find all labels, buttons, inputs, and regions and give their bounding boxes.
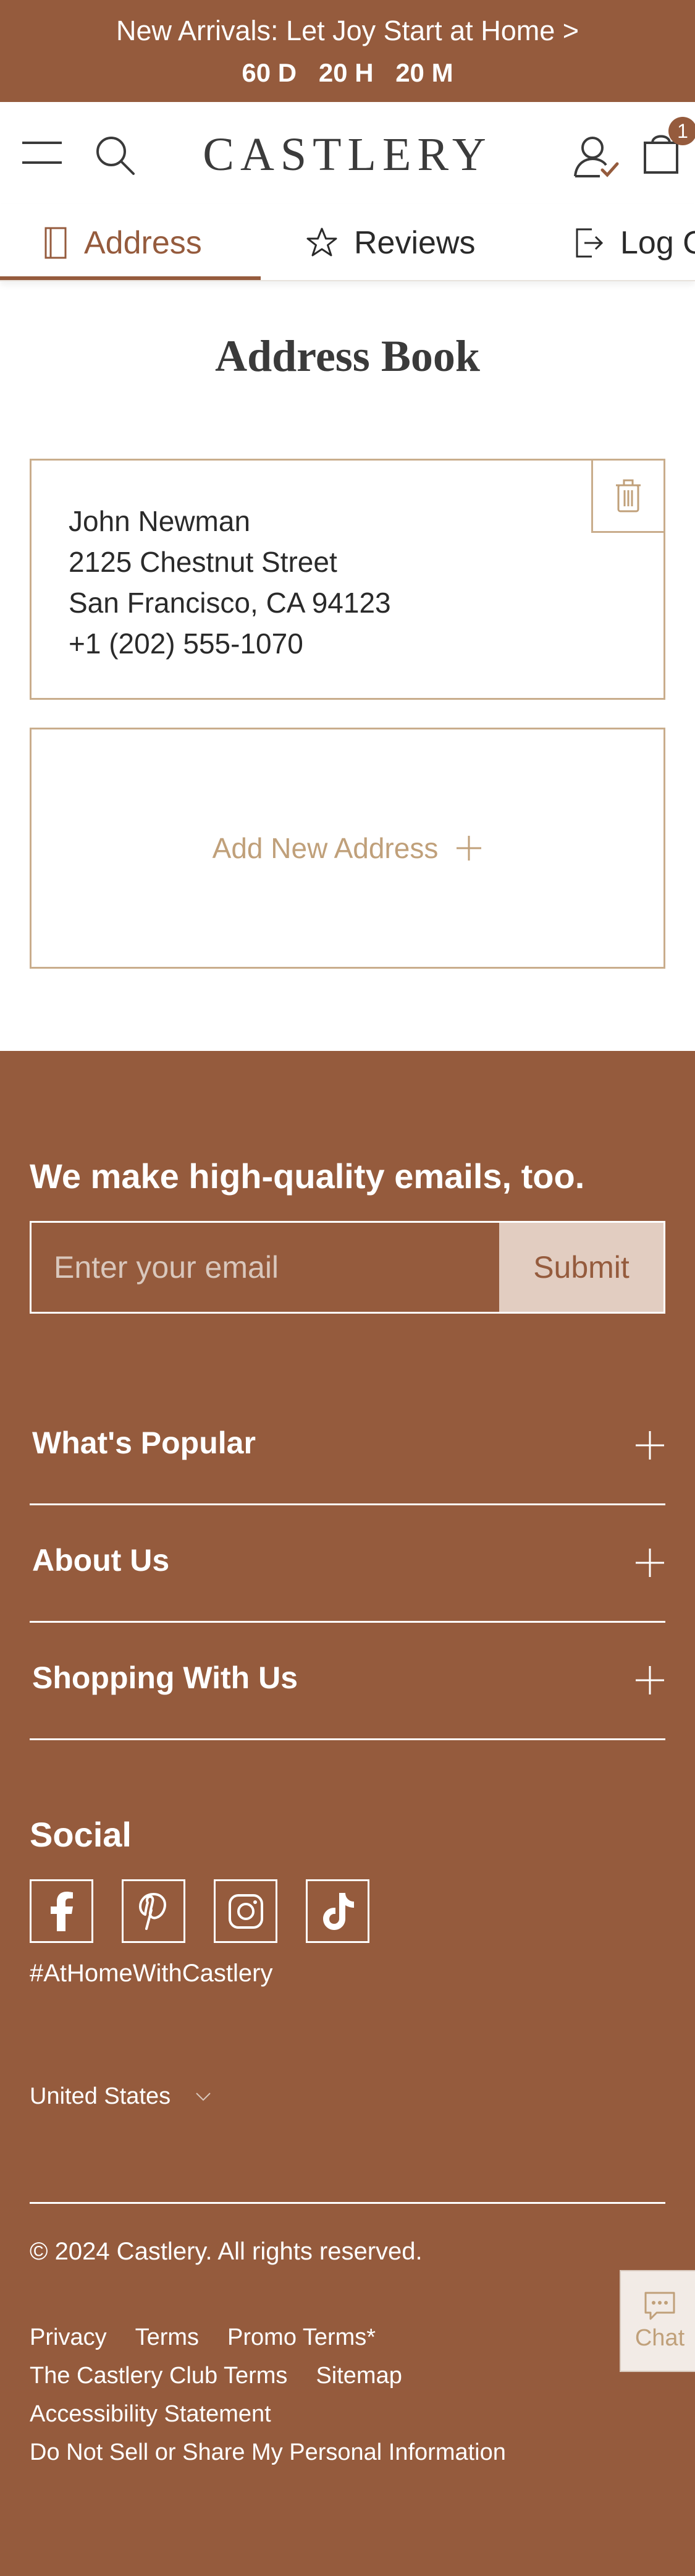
address-street: 2125 Chestnut Street <box>69 546 337 578</box>
promo-terms-link[interactable]: Promo Terms* <box>227 2324 376 2350</box>
accordion-whats-popular[interactable]: What's Popular <box>30 1388 665 1505</box>
chat-button[interactable]: Chat <box>620 2270 695 2372</box>
tab-logout-label: Log Out <box>620 224 695 261</box>
accordion-label: About Us <box>32 1543 170 1578</box>
site-footer: We make high-quality emails, too. Submit… <box>0 1051 695 2576</box>
tiktok-link[interactable] <box>306 1879 369 1943</box>
address-city: San Francisco, CA 94123 <box>69 587 391 619</box>
submit-button[interactable]: Submit <box>499 1223 663 1312</box>
add-new-address-label: Add New Address <box>212 832 439 864</box>
tab-reviews-label: Reviews <box>354 224 476 261</box>
accordion-about-us[interactable]: About Us <box>30 1505 665 1623</box>
address-name: John Newman <box>69 505 251 537</box>
logout-icon <box>576 228 604 257</box>
cart-count-badge: 1 <box>668 117 695 145</box>
chat-label: Chat <box>634 2325 685 2351</box>
pinterest-icon <box>138 1892 166 1930</box>
tiktok-icon <box>322 1892 354 1930</box>
copyright: © 2024 Castlery. All rights reserved. <box>30 2238 423 2265</box>
newsletter-title: We make high-quality emails, too. <box>30 1157 585 1196</box>
newsletter-form: Submit <box>30 1221 665 1314</box>
sitemap-link[interactable]: Sitemap <box>316 2363 402 2389</box>
account-icon[interactable] <box>571 132 621 181</box>
plus-icon <box>636 1549 664 1577</box>
address-phone: +1 (202) 555-1070 <box>69 627 303 660</box>
instagram-icon <box>228 1894 263 1929</box>
country-label: United States <box>30 2083 171 2109</box>
delete-address-button[interactable] <box>591 459 665 533</box>
accordion-label: Shopping With Us <box>32 1660 298 1695</box>
privacy-link[interactable]: Privacy <box>30 2324 107 2350</box>
star-icon <box>306 227 337 256</box>
email-input[interactable] <box>32 1223 501 1312</box>
accordion-shopping-with-us[interactable]: Shopping With Us <box>30 1623 665 1740</box>
tab-address-label: Address <box>84 224 202 261</box>
country-selector[interactable]: United States <box>30 2083 211 2110</box>
countdown-days: 60 D <box>242 58 297 87</box>
countdown-hours: 20 H <box>318 58 374 87</box>
instagram-link[interactable] <box>214 1879 277 1943</box>
social-links <box>30 1879 369 1943</box>
plus-icon <box>636 1431 664 1460</box>
promo-countdown: 60 D 20 H 20 M <box>0 57 695 89</box>
address-details: John Newman 2125 Chestnut Street San Fra… <box>69 501 391 664</box>
page-title: Address Book <box>215 331 480 381</box>
account-tabs: Address Reviews Log Out <box>0 204 695 281</box>
terms-link[interactable]: Terms <box>135 2324 199 2350</box>
tab-address[interactable]: Address <box>43 204 202 280</box>
chevron-down-icon <box>196 2092 211 2101</box>
tab-reviews[interactable]: Reviews <box>306 204 476 280</box>
accordion-label: What's Popular <box>32 1426 256 1460</box>
address-book-icon <box>44 227 67 258</box>
plus-icon <box>457 836 482 861</box>
social-hashtag[interactable]: #AtHomeWithCastlery <box>30 1960 272 1987</box>
promo-bar[interactable]: New Arrivals: Let Joy Start at Home > 60… <box>0 0 695 102</box>
club-terms-link[interactable]: The Castlery Club Terms <box>30 2363 287 2389</box>
legal-links: Privacy Terms Promo Terms* The Castlery Cl… <box>30 2318 586 2472</box>
trash-icon <box>616 479 641 512</box>
add-new-address-button[interactable]: Add New Address <box>30 728 665 969</box>
facebook-link[interactable] <box>30 1879 93 1943</box>
chat-icon <box>644 2292 675 2320</box>
tab-logout[interactable]: Log Out <box>575 204 695 280</box>
do-not-sell-link[interactable]: Do Not Sell or Share My Personal Informa… <box>30 2439 506 2465</box>
pinterest-link[interactable] <box>122 1879 185 1943</box>
footer-divider <box>30 2202 665 2204</box>
social-title: Social <box>30 1815 132 1854</box>
countdown-minutes: 20 M <box>395 58 453 87</box>
plus-icon <box>636 1666 664 1694</box>
accessibility-link[interactable]: Accessibility Statement <box>30 2401 271 2427</box>
address-card[interactable]: John Newman 2125 Chestnut Street San Fra… <box>30 459 665 700</box>
active-tab-indicator <box>0 276 261 280</box>
facebook-icon <box>50 1891 73 1931</box>
promo-text[interactable]: New Arrivals: Let Joy Start at Home > <box>0 15 695 47</box>
site-header: CASTLERY 1 <box>0 102 695 204</box>
